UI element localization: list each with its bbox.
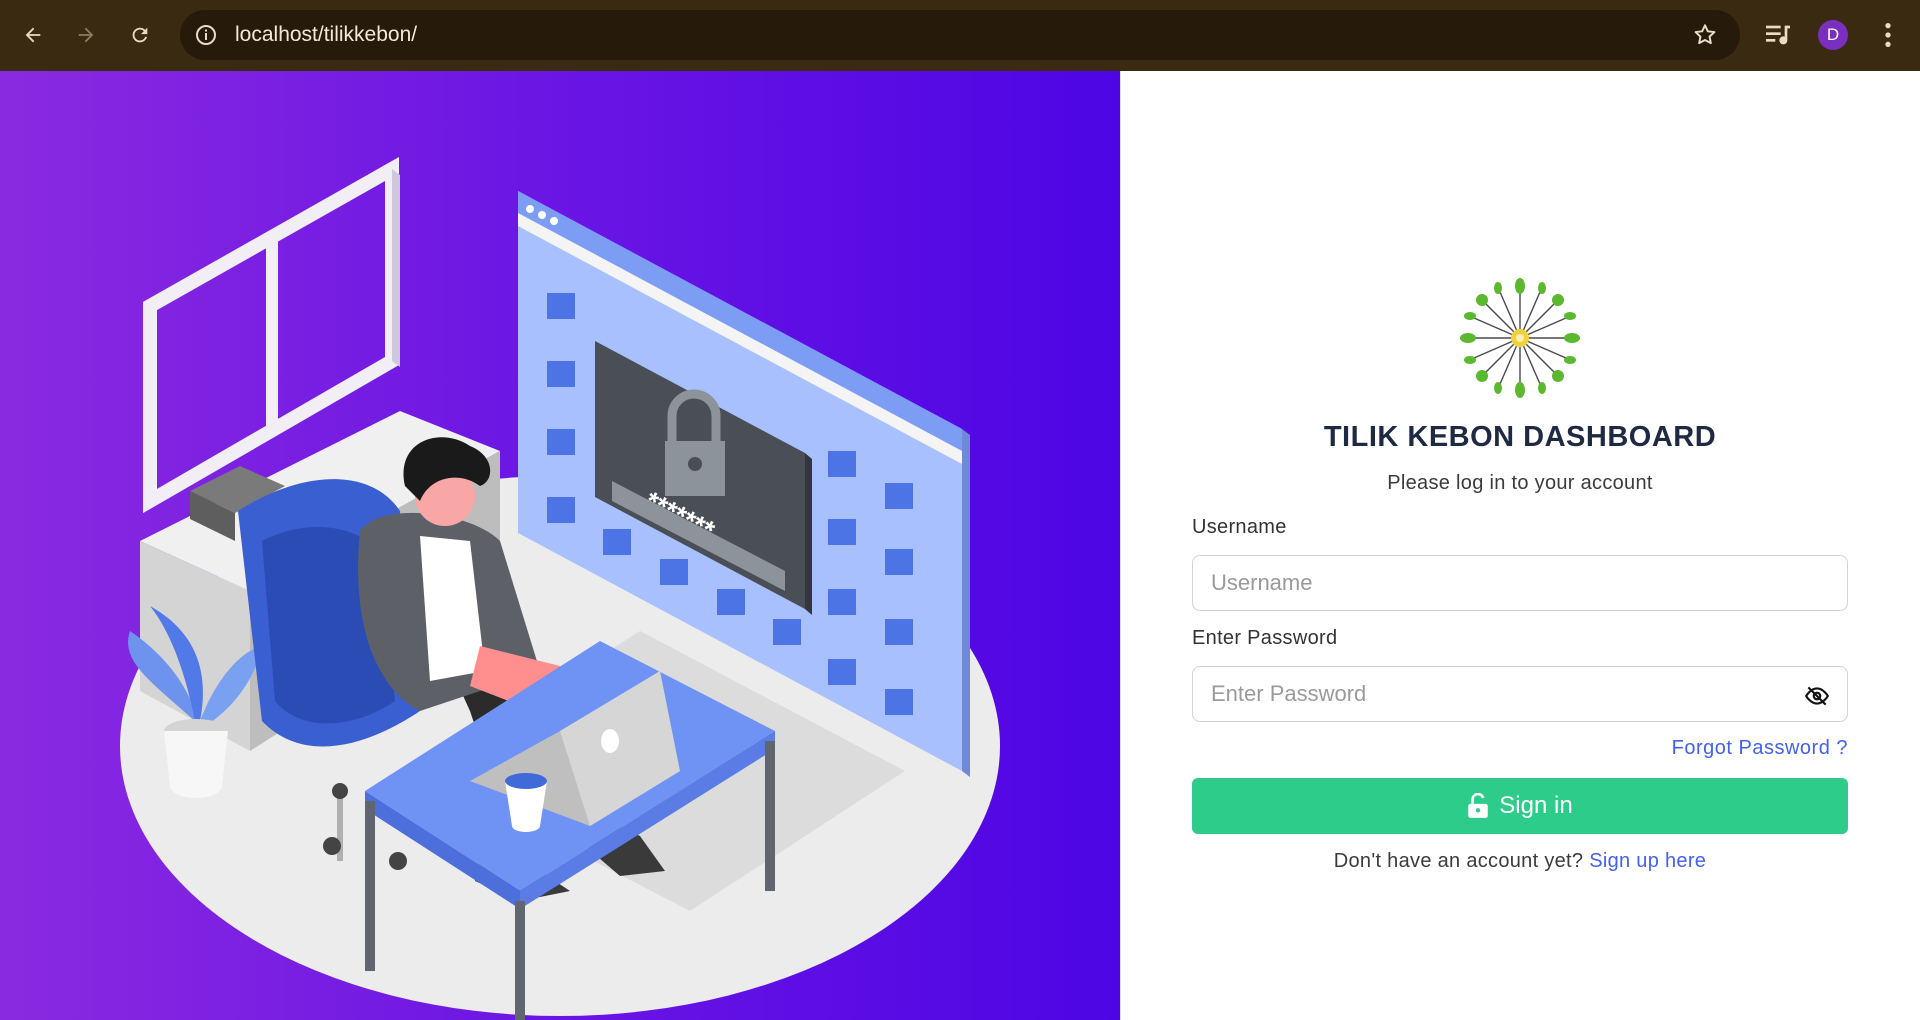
unlock-icon: [1468, 793, 1489, 818]
forgot-password-link[interactable]: Forgot Password ?: [1672, 737, 1848, 760]
username-label: Username: [1192, 516, 1287, 538]
panel-divider: [1120, 71, 1121, 1020]
page-title: TILIK KEBON DASHBOARD: [1323, 421, 1717, 453]
hero-panel: *******: [0, 71, 1120, 1020]
site-info-icon[interactable]: [194, 23, 218, 47]
browser-toolbar: localhost/tilikkebon/ D: [0, 0, 1920, 71]
sign-in-label: Sign in: [1499, 792, 1573, 819]
signup-prompt: Don't have an account yet? Sign up here: [1192, 850, 1848, 873]
back-arrow-icon[interactable]: [15, 17, 51, 53]
login-page: ******* TILIK KEBON DASHBOARD Please log…: [0, 71, 1920, 1020]
password-input[interactable]: [1192, 666, 1848, 722]
tilik-kebon-logo: [1460, 278, 1580, 398]
url-text[interactable]: localhost/tilikkebon/: [235, 22, 417, 48]
username-input[interactable]: [1192, 555, 1848, 611]
password-label: Enter Password: [1192, 627, 1338, 649]
media-queue-icon[interactable]: [1762, 19, 1794, 51]
sign-up-link[interactable]: Sign up here: [1589, 850, 1706, 872]
page-subtitle: Please log in to your account: [1387, 472, 1653, 494]
signup-prompt-text: Don't have an account yet?: [1333, 850, 1584, 872]
address-bar[interactable]: localhost/tilikkebon/: [180, 10, 1740, 60]
login-form: TILIK KEBON DASHBOARD Please log in to y…: [1192, 71, 1848, 1020]
login-illustration: *******: [120, 156, 1000, 1020]
profile-avatar[interactable]: D: [1818, 20, 1848, 50]
bookmark-star-icon[interactable]: [1692, 22, 1718, 48]
forward-arrow-icon[interactable]: [68, 17, 104, 53]
reload-icon[interactable]: [122, 17, 158, 53]
kebab-menu-icon[interactable]: [1872, 19, 1904, 51]
sign-in-button[interactable]: Sign in: [1192, 778, 1848, 834]
eye-slash-icon[interactable]: [1804, 683, 1830, 709]
